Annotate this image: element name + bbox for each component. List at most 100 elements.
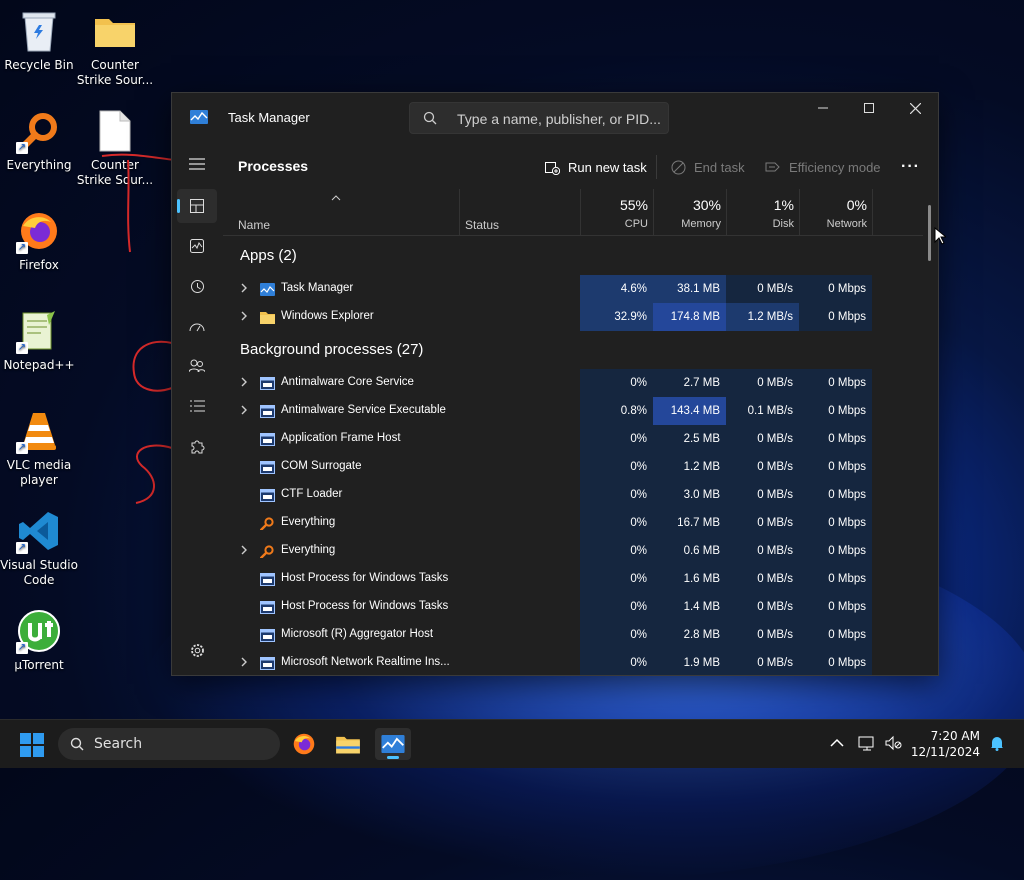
taskbar-search[interactable]: Search <box>58 728 280 760</box>
column-name-header[interactable]: Name <box>238 218 270 232</box>
nav-details[interactable] <box>177 389 217 423</box>
taskbar-file-explorer[interactable] <box>330 728 366 760</box>
group-cell <box>799 335 872 363</box>
process-net-value: 0 Mbps <box>799 565 872 593</box>
title-bar[interactable]: Task Manager <box>172 93 938 141</box>
chevron-right-icon[interactable] <box>240 544 250 558</box>
process-net-value: 0 Mbps <box>799 649 872 675</box>
gear-icon <box>190 643 204 657</box>
table-row[interactable]: CTF Loader 0% 3.0 MB 0 MB/s 0 Mbps <box>223 481 923 509</box>
table-row[interactable]: Microsoft Network Realtime Ins... 0% 1.9 M… <box>223 649 923 675</box>
service-icon <box>260 629 275 642</box>
chevron-right-icon[interactable] <box>240 376 250 390</box>
shortcut-arrow-icon: ↗ <box>16 242 28 254</box>
efficiency-mode-button[interactable]: Efficiency mode <box>765 155 881 179</box>
nav-startup-apps[interactable] <box>177 309 217 343</box>
taskmanager-icon <box>190 110 208 124</box>
taskbar-task-manager[interactable] <box>375 728 411 760</box>
everything-icon <box>260 545 274 558</box>
desktop-icon-firefox[interactable]: ↗ Firefox <box>0 208 78 273</box>
desktop-icon-counter-strike-file[interactable]: Counter Strike Sour... <box>76 108 154 188</box>
desktop-icon-notepadpp[interactable]: ↗ Notepad++ <box>0 308 78 373</box>
process-disk-value: 0 MB/s <box>726 275 799 303</box>
column-divider <box>872 189 873 235</box>
search-box[interactable] <box>409 102 669 135</box>
start-button[interactable] <box>20 733 44 757</box>
table-row[interactable]: Everything 0% 16.7 MB 0 MB/s 0 Mbps <box>223 509 923 537</box>
cpu-label: CPU <box>624 218 648 230</box>
everything-icon <box>260 517 274 530</box>
desktop-icon-utorrent[interactable]: ↗ µTorrent <box>0 608 78 673</box>
list-icon <box>189 400 205 412</box>
table-row[interactable]: Host Process for Windows Tasks 0% 1.4 MB 0 … <box>223 593 923 621</box>
nav-settings[interactable] <box>177 633 217 667</box>
chevron-right-icon[interactable] <box>240 656 250 670</box>
more-options-button[interactable]: ··· <box>901 155 920 179</box>
process-mem-value: 1.9 MB <box>653 649 726 675</box>
vertical-scrollbar[interactable] <box>928 205 931 261</box>
process-disk-value: 0 MB/s <box>726 509 799 537</box>
network-icon[interactable] <box>858 734 876 752</box>
close-button[interactable] <box>892 93 938 123</box>
desktop-icon-vlc[interactable]: ↗ VLC media player <box>0 408 78 488</box>
desktop-icon-counter-strike-folder[interactable]: Counter Strike Sour... <box>76 8 154 88</box>
processes-page: Processes Run new task End task Efficien… <box>223 141 938 675</box>
minimize-button[interactable] <box>800 93 846 123</box>
service-icon <box>260 461 275 474</box>
process-disk-value: 0 MB/s <box>726 425 799 453</box>
volume-muted-icon[interactable] <box>884 734 902 752</box>
maximize-icon <box>864 103 874 113</box>
table-row[interactable]: Application Frame Host 0% 2.5 MB 0 MB/s 0 Mb… <box>223 425 923 453</box>
nav-services[interactable] <box>177 429 217 463</box>
taskbar: Search 7:20 AM 12/11/2024 <box>0 719 1024 768</box>
service-icon <box>260 405 275 418</box>
group-cell <box>580 335 653 363</box>
table-row[interactable]: Microsoft (R) Aggregator Host 0% 2.8 MB 0 M… <box>223 621 923 649</box>
hamburger-menu-button[interactable] <box>177 147 217 181</box>
desktop-icon-everything[interactable]: ↗ Everything <box>0 108 78 173</box>
vscode-icon: ↗ <box>16 508 62 554</box>
chevron-right-icon[interactable] <box>240 282 250 296</box>
process-table: Name Status 55% CPU 30% Memory 1% Disk 0… <box>223 189 938 675</box>
table-row[interactable]: Host Process for Windows Tasks 0% 1.6 MB 0 … <box>223 565 923 593</box>
notification-bell-icon[interactable] <box>988 734 1006 752</box>
desktop-icon-label: Notepad++ <box>3 358 75 372</box>
desktop-icon-vscode[interactable]: ↗ Visual Studio Code <box>0 508 78 588</box>
process-name: Everything <box>281 516 336 528</box>
chevron-right-icon[interactable] <box>240 404 250 418</box>
process-disk-value: 0 MB/s <box>726 537 799 565</box>
group-cell <box>799 241 872 269</box>
process-name: COM Surrogate <box>281 460 362 472</box>
process-cpu-value: 0% <box>580 565 653 593</box>
maximize-button[interactable] <box>846 93 892 123</box>
chevron-right-icon[interactable] <box>240 310 250 324</box>
group-label: Background processes (27) <box>240 341 424 358</box>
process-disk-value: 0 MB/s <box>726 649 799 675</box>
nav-processes[interactable] <box>177 189 217 223</box>
nav-users[interactable] <box>177 349 217 383</box>
table-row[interactable]: Windows Explorer 32.9% 174.8 MB 1.2 MB/s 0 M… <box>223 303 923 331</box>
nav-performance[interactable] <box>177 229 217 263</box>
process-mem-value: 1.2 MB <box>653 453 726 481</box>
system-clock[interactable]: 7:20 AM 12/11/2024 <box>911 728 980 760</box>
end-task-button[interactable]: End task <box>671 155 745 179</box>
table-row[interactable]: Antimalware Service Executable 0.8% 143.4 … <box>223 397 923 425</box>
service-icon <box>260 377 275 390</box>
table-row[interactable]: Task Manager 4.6% 38.1 MB 0 MB/s 0 Mbps <box>223 275 923 303</box>
users-icon <box>189 359 205 373</box>
table-row[interactable]: COM Surrogate 0% 1.2 MB 0 MB/s 0 Mbps <box>223 453 923 481</box>
notepadpp-icon: ↗ <box>16 308 62 354</box>
search-input[interactable] <box>455 103 664 135</box>
red-annotation-scribble <box>101 153 176 504</box>
column-status-header[interactable]: Status <box>465 218 499 232</box>
nav-app-history[interactable] <box>177 269 217 303</box>
run-new-task-button[interactable]: Run new task <box>545 155 647 179</box>
table-row[interactable]: Antimalware Core Service 0% 2.7 MB 0 MB/s 0 … <box>223 369 923 397</box>
table-row[interactable]: Everything 0% 0.6 MB 0 MB/s 0 Mbps <box>223 537 923 565</box>
taskbar-firefox[interactable] <box>286 728 322 760</box>
process-net-value: 0 Mbps <box>799 593 872 621</box>
process-net-value: 0 Mbps <box>799 425 872 453</box>
desktop-icon-recycle-bin[interactable]: Recycle Bin <box>0 8 78 73</box>
chevron-up-icon[interactable] <box>828 734 846 752</box>
process-disk-value: 1.2 MB/s <box>726 303 799 331</box>
